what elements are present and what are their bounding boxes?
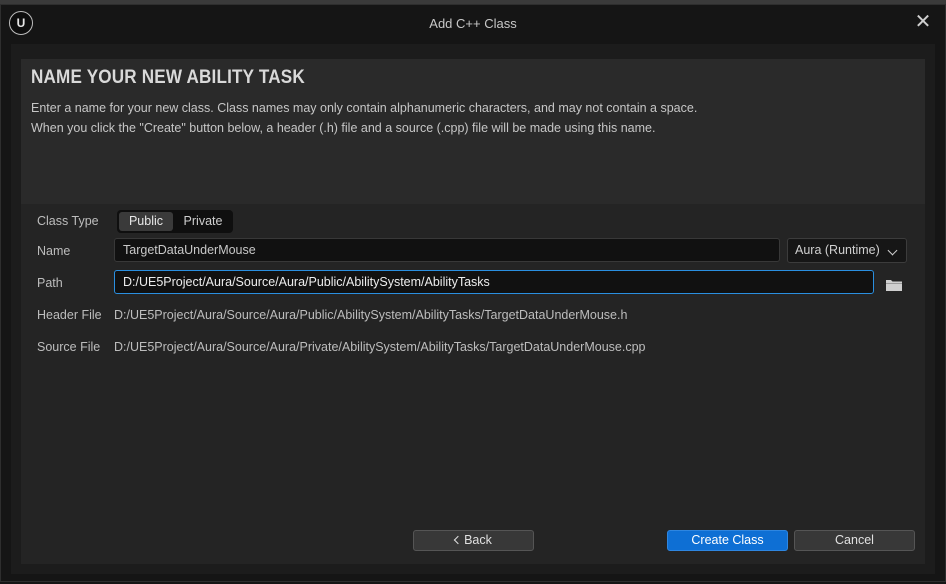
source-file-path: D:/UE5Project/Aura/Source/Aura/Private/A… xyxy=(114,340,646,354)
header-panel: NAME YOUR NEW ABILITY TASK Enter a name … xyxy=(21,59,925,204)
page-heading: NAME YOUR NEW ABILITY TASK xyxy=(31,67,305,88)
cancel-button[interactable]: Cancel xyxy=(794,530,915,551)
description-line-2: When you click the "Create" button below… xyxy=(31,121,656,135)
path-input[interactable]: D:/UE5Project/Aura/Source/Aura/Public/Ab… xyxy=(114,270,874,294)
class-type-private-button[interactable]: Private xyxy=(175,212,231,231)
module-dropdown[interactable]: Aura (Runtime) xyxy=(787,238,907,263)
form-panel: Class Type Public Private Name TargetDat… xyxy=(21,204,925,564)
description-line-1: Enter a name for your new class. Class n… xyxy=(31,101,698,115)
folder-icon-graphic xyxy=(886,280,902,291)
title-bar: U Add C++ Class ✕ xyxy=(1,5,945,43)
class-type-public-button[interactable]: Public xyxy=(119,212,173,231)
folder-icon[interactable] xyxy=(885,278,903,292)
class-name-input[interactable]: TargetDataUnderMouse xyxy=(114,238,780,262)
header-file-label: Header File xyxy=(37,308,102,322)
class-type-label: Class Type xyxy=(37,214,99,228)
back-button-label: Back xyxy=(464,533,492,547)
dialog-title: Add C++ Class xyxy=(429,16,517,31)
class-type-toggle: Public Private xyxy=(117,210,233,233)
chevron-left-icon xyxy=(453,535,463,545)
name-label: Name xyxy=(37,244,71,258)
chevron-down-icon xyxy=(887,245,898,256)
create-class-button[interactable]: Create Class xyxy=(667,530,788,551)
back-button[interactable]: Back xyxy=(413,530,534,551)
source-file-label: Source File xyxy=(37,340,101,354)
path-label: Path xyxy=(37,276,63,290)
header-file-path: D:/UE5Project/Aura/Source/Aura/Public/Ab… xyxy=(114,308,628,322)
module-dropdown-value: Aura (Runtime) xyxy=(795,243,880,257)
close-icon[interactable]: ✕ xyxy=(913,12,933,32)
